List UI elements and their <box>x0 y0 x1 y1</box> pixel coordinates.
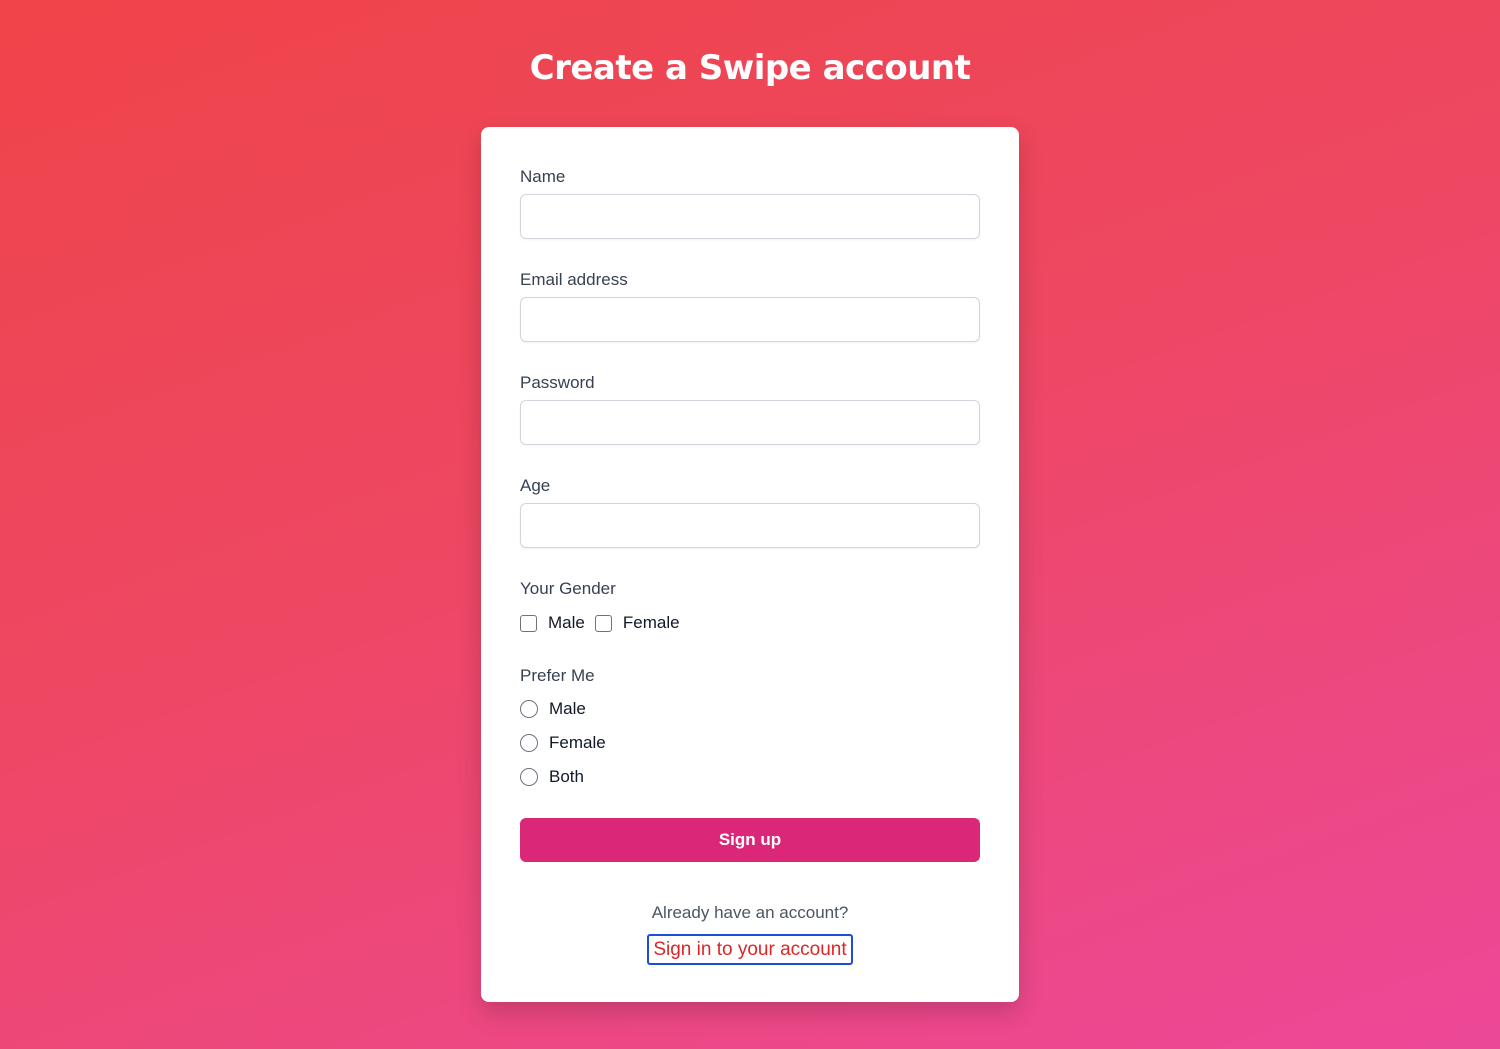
page-title: Create a Swipe account <box>529 48 971 88</box>
age-label: Age <box>520 476 551 495</box>
prefer-option-male: Male <box>520 699 596 719</box>
password-label: Password <box>520 373 595 392</box>
name-input[interactable] <box>520 194 980 239</box>
prefer-male-radio[interactable] <box>520 700 538 718</box>
age-input[interactable] <box>520 503 980 548</box>
gender-options: Male Female <box>520 613 690 633</box>
gender-female-label[interactable]: Female <box>623 613 680 633</box>
password-input[interactable] <box>520 400 980 445</box>
prefer-female-radio[interactable] <box>520 734 538 752</box>
already-have-account-text: Already have an account? <box>651 903 849 922</box>
prefer-option-female: Female <box>520 733 616 753</box>
prefer-both-label[interactable]: Both <box>549 767 584 787</box>
prefer-label: Prefer Me <box>520 666 595 685</box>
signup-button[interactable]: Sign up <box>520 818 980 862</box>
gender-female-checkbox[interactable] <box>594 614 612 632</box>
name-label: Name <box>520 167 566 186</box>
prefer-option-both: Both <box>520 767 594 787</box>
signup-card: Name Email address Password Age Your Gen… <box>481 127 1019 1002</box>
prefer-male-label[interactable]: Male <box>549 699 586 719</box>
prefer-female-label[interactable]: Female <box>549 733 606 753</box>
email-input[interactable] <box>520 297 980 342</box>
signin-link[interactable]: Sign in to your account <box>647 934 853 965</box>
email-label: Email address <box>520 270 628 289</box>
gender-label: Your Gender <box>520 579 616 598</box>
gender-male-checkbox[interactable] <box>520 614 537 632</box>
gender-male-label[interactable]: Male <box>548 613 585 633</box>
prefer-both-radio[interactable] <box>520 768 538 786</box>
